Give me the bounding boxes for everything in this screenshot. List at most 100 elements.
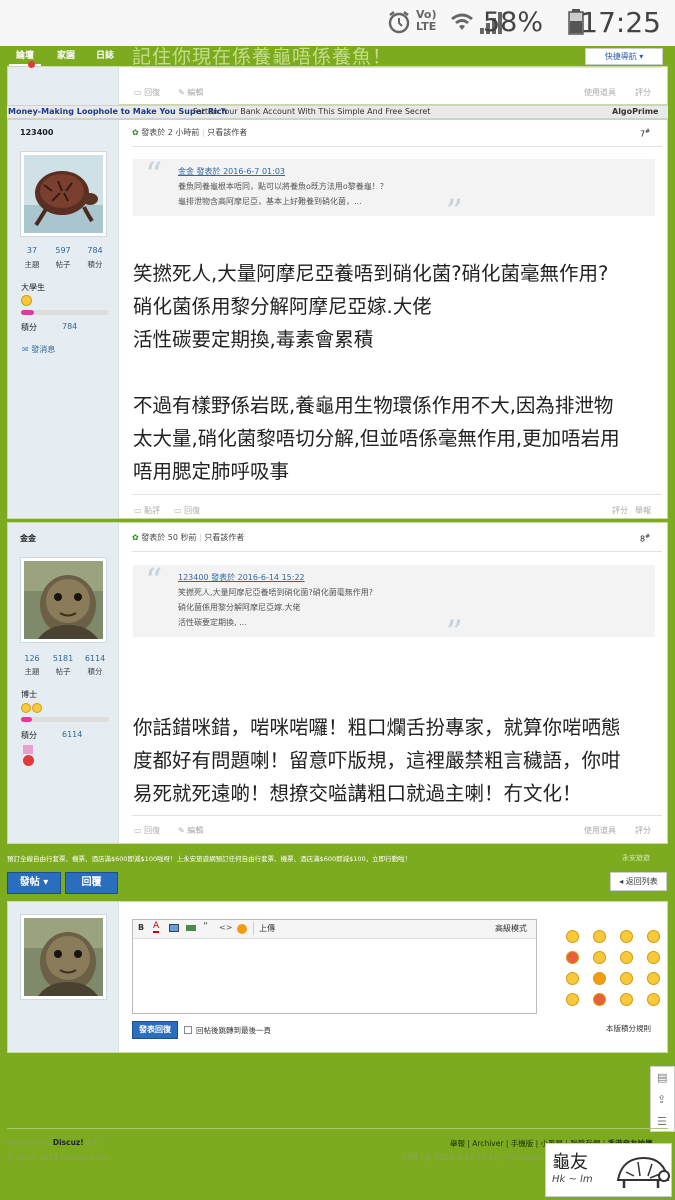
rate-action[interactable]: 評分 xyxy=(635,825,651,836)
nav-forum[interactable]: 論壇 xyxy=(16,48,34,61)
body-line: 活性碳要定期換,毒素會累積 xyxy=(133,328,374,351)
volte-icon: Vo) LTE xyxy=(416,8,437,33)
only-author-link[interactable]: 只看該作者 xyxy=(207,128,247,137)
only-author-link[interactable]: 只看該作者 xyxy=(204,533,244,542)
reply-action[interactable]: ▭ 回復 xyxy=(174,505,200,516)
medal-icon xyxy=(23,745,34,767)
quote-icon[interactable]: “ xyxy=(203,921,208,932)
thread-title: 記住你現在係養龜唔係養魚！ xyxy=(132,46,393,68)
footer-gmt: GMT+8, 2016-6-14 17:24 , Processed in xyxy=(402,1153,552,1162)
post-body: 笑撚死人,大量阿摩尼亞養唔到硝化菌?硝化菌毫無作用? 硝化菌係用黎分解阿摩尼亞嫁… xyxy=(133,257,620,488)
post-author[interactable]: 金金 xyxy=(20,533,36,544)
post-body: 你話錯咪錯，啱咪啱囉！粗口爛舌扮專家，就算你啱哂態 度都好有問題喇！留意吓版規，… xyxy=(133,711,621,810)
upload-button[interactable]: 上傳 xyxy=(259,923,275,934)
quote-line: 龜排泄物含高阿摩尼亞，基本上好難養到硝化菌，... xyxy=(178,197,362,206)
stat-points[interactable]: 784 xyxy=(80,246,110,255)
edit-action[interactable]: ✎ 編輯 xyxy=(178,87,203,98)
emoji-icon[interactable] xyxy=(647,972,660,985)
stat-threads[interactable]: 37 xyxy=(17,246,47,255)
footer-link[interactable]: 手機版 xyxy=(511,1139,534,1148)
reply-action[interactable]: ▭ 回復 xyxy=(134,87,160,98)
code-icon[interactable]: <> xyxy=(219,923,232,932)
emoji-icon[interactable] xyxy=(566,951,579,964)
quote-line: 養魚同養龜根本唔同，點可以將養魚o既方法用o黎養龜！？ xyxy=(178,182,388,191)
emoji-grid xyxy=(556,926,666,1016)
quick-nav-button[interactable]: 快捷導航 ▾ xyxy=(585,48,663,65)
emoji-icon[interactable] xyxy=(647,951,660,964)
stat-points[interactable]: 6114 xyxy=(80,654,110,663)
online-icon: ✿ xyxy=(132,533,139,542)
promo-text[interactable]: 預訂全線自由行套票、機票、酒店滿$600即減$100啦呀！上永安旅遊網預訂任何自… xyxy=(7,853,567,863)
floor-number[interactable]: 8# xyxy=(640,533,650,544)
tools-action[interactable]: 使用道具 xyxy=(584,825,616,836)
emoji-icon[interactable] xyxy=(566,972,579,985)
footer-link[interactable]: 舉報 xyxy=(450,1139,465,1148)
bold-icon[interactable]: B xyxy=(138,923,144,932)
emoji-icon[interactable] xyxy=(647,930,660,943)
stat-threads[interactable]: 126 xyxy=(17,654,47,663)
emoji-icon[interactable] xyxy=(620,993,633,1006)
back-to-list-button[interactable]: ◂ 返回列表 xyxy=(610,872,667,891)
emoji-icon[interactable] xyxy=(593,951,606,964)
rank-star-icon xyxy=(21,295,32,306)
score-rules-link[interactable]: 本版積分規則 xyxy=(606,1023,651,1034)
jump-last-checkbox[interactable] xyxy=(184,1026,192,1034)
emoji-icon[interactable] xyxy=(620,972,633,985)
emoji-icon[interactable] xyxy=(620,930,633,943)
site-logo[interactable]: 龜友 Hk ~ lm xyxy=(545,1143,672,1197)
ad-bar[interactable]: Money-Making Loophole to Make You Super … xyxy=(7,105,668,119)
image-icon[interactable] xyxy=(169,924,179,932)
submit-reply-button[interactable]: 發表回復 xyxy=(132,1021,178,1039)
rate-action[interactable]: 評分 xyxy=(635,87,651,98)
footer-link[interactable]: Archiver xyxy=(472,1139,503,1148)
post-author[interactable]: 123400 xyxy=(20,128,53,137)
font-color-icon[interactable]: A xyxy=(153,922,160,933)
post-7: 123400 37 597 784 主題 帖子 積分 大學生 積分 784 ✉ … xyxy=(7,119,668,519)
stat-points-label: 積分 xyxy=(87,667,103,676)
reply-action[interactable]: ▭ 回復 xyxy=(134,825,160,836)
emoji-icon[interactable] xyxy=(647,993,660,1006)
avatar[interactable] xyxy=(20,151,107,237)
body-line: 你話錯咪錯，啱咪啱囉！粗口爛舌扮專家，就算你啱哂態 xyxy=(133,716,621,739)
reply-textarea[interactable] xyxy=(133,940,536,1013)
quote-header[interactable]: 金金 發表於 2016-6-7 01:03 xyxy=(178,166,285,177)
quote-header[interactable]: 123400 發表於 2016-6-14 15:22 xyxy=(178,572,305,583)
comment-action[interactable]: ▭ 點評 xyxy=(134,505,160,516)
stat-posts[interactable]: 5181 xyxy=(48,654,78,663)
reply-button[interactable]: 回覆 xyxy=(65,872,118,894)
report-action[interactable]: 舉報 xyxy=(635,505,651,516)
tools-action[interactable]: 使用道具 xyxy=(584,87,616,98)
nav-blog[interactable]: 日誌 xyxy=(96,48,114,61)
rate-action[interactable]: 評分 xyxy=(612,505,628,516)
my-avatar[interactable] xyxy=(20,914,107,1000)
emoji-icon[interactable] xyxy=(566,930,579,943)
body-line: 不過有樣野係岩既,養龜用生物環係作用不大,因為排泄物 xyxy=(133,394,614,417)
list-icon[interactable]: ☰ xyxy=(657,1115,667,1128)
send-message-link[interactable]: ✉ 發消息 xyxy=(22,344,55,355)
score-label: 積分 xyxy=(21,323,37,332)
promo-brand: 永安旅遊 xyxy=(622,854,650,862)
new-thread-button[interactable]: 發帖 ▾ xyxy=(7,872,61,894)
user-rank: 博士 xyxy=(21,690,37,699)
floor-number[interactable]: 7# xyxy=(640,128,650,139)
emoji-icon[interactable] xyxy=(620,951,633,964)
rank-star-icon xyxy=(32,703,42,713)
emoji-icon[interactable] xyxy=(566,993,579,1006)
emoji-icon[interactable] xyxy=(593,972,606,985)
emoji-icon[interactable] xyxy=(593,993,606,1006)
score-value: 6114 xyxy=(62,730,83,739)
advanced-mode-link[interactable]: 高級模式 xyxy=(495,923,527,934)
alarm-icon xyxy=(388,11,410,34)
stat-posts[interactable]: 597 xyxy=(48,246,78,255)
smiley-icon[interactable] xyxy=(237,924,247,934)
avatar[interactable] xyxy=(20,557,107,643)
ad-text[interactable]: Fatten Your Bank Account With This Simpl… xyxy=(193,107,430,116)
link-icon[interactable] xyxy=(186,925,196,931)
reply-icon[interactable]: ▤ xyxy=(657,1071,667,1084)
emoji-icon[interactable] xyxy=(593,930,606,943)
nav-home[interactable]: 家園 xyxy=(57,48,75,61)
powered-by: Powered by Discuz! X3.2 xyxy=(7,1138,104,1147)
back-to-top-icon[interactable]: ⇪ xyxy=(657,1093,666,1106)
edit-action[interactable]: ✎ 編輯 xyxy=(178,825,203,836)
tortoise-photo xyxy=(24,561,103,639)
